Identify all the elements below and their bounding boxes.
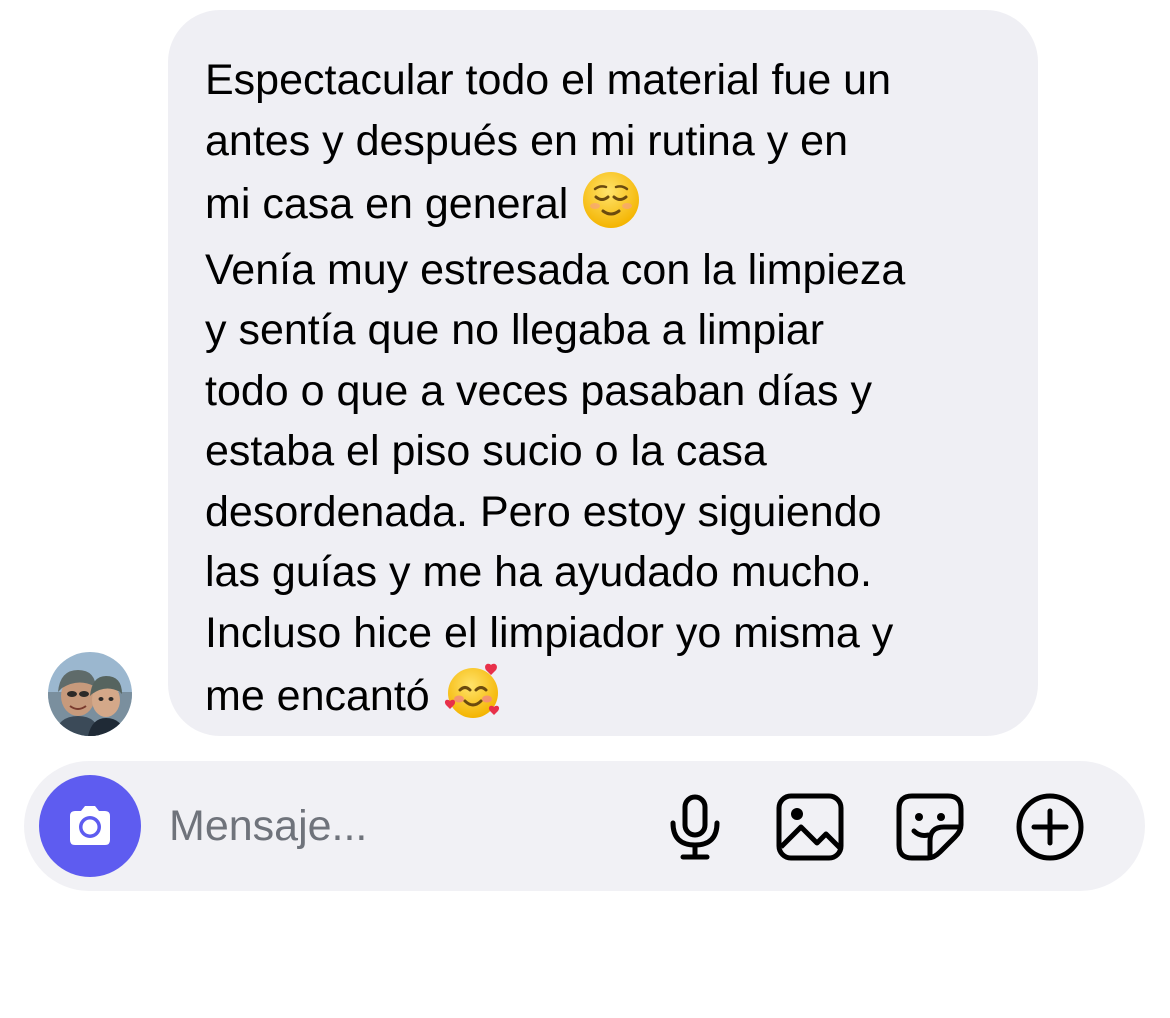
gallery-button[interactable] bbox=[774, 791, 846, 863]
smiling-face-with-hearts-emoji-icon bbox=[444, 663, 502, 721]
message-text-1: Espectacular todo el material fue un ant… bbox=[205, 56, 892, 228]
more-options-button[interactable] bbox=[1014, 791, 1086, 863]
message-text-2: Venía muy estresada con la limpieza y se… bbox=[205, 245, 906, 721]
camera-icon bbox=[70, 806, 110, 845]
sender-avatar[interactable] bbox=[48, 652, 132, 736]
plus-icon bbox=[1016, 793, 1084, 861]
relieved-face-emoji-icon bbox=[582, 171, 640, 229]
voice-message-button[interactable] bbox=[659, 791, 731, 863]
microphone-icon bbox=[670, 794, 720, 860]
incoming-message-bubble[interactable]: Espectacular todo el material fue un ant… bbox=[168, 10, 1038, 736]
sticker-button[interactable] bbox=[894, 791, 966, 863]
sticker-icon bbox=[896, 793, 964, 861]
camera-button[interactable] bbox=[39, 775, 141, 877]
gallery-icon bbox=[776, 793, 844, 861]
message-input[interactable] bbox=[169, 797, 639, 855]
message-composer bbox=[24, 761, 1145, 891]
message-paragraph-2: Venía muy estresada con la limpieza y se… bbox=[205, 240, 1008, 727]
avatar-photo bbox=[48, 652, 132, 736]
message-paragraph-1: Espectacular todo el material fue un ant… bbox=[205, 50, 1008, 235]
